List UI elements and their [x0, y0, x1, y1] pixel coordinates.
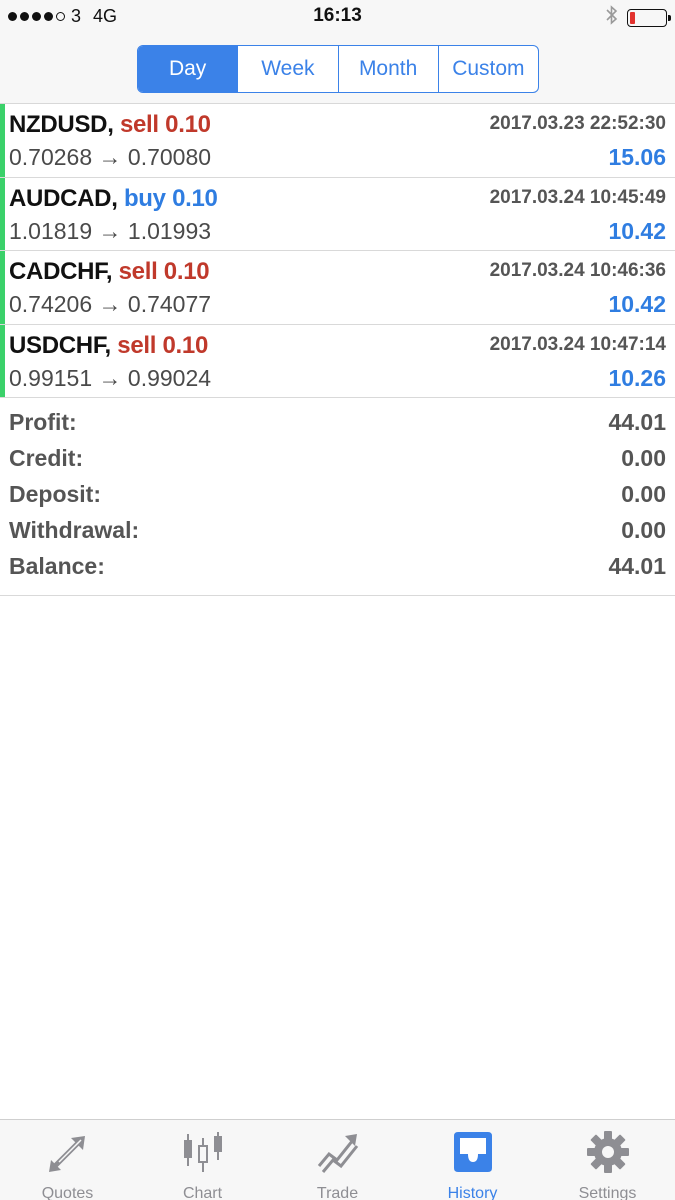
summary-value: 44.01 — [608, 409, 666, 435]
deal-prices: 0.99151 → 0.99024 — [9, 364, 212, 391]
deal-row[interactable]: NZDUSD, sell 0.10 2017.03.23 22:52:30 0.… — [0, 104, 675, 178]
tab-history[interactable]: History — [405, 1120, 540, 1200]
deal-symbol: USDCHF, sell 0.10 — [9, 331, 208, 359]
summary-label: Balance: — [9, 553, 105, 579]
deal-row[interactable]: AUDCAD, buy 0.10 2017.03.24 10:45:49 1.0… — [0, 177, 675, 251]
segment-day[interactable]: Day — [138, 46, 238, 92]
summary-row-credit: Credit: 0.00 — [0, 441, 675, 477]
battery-icon — [627, 8, 671, 27]
deal-symbol: CADCHF, sell 0.10 — [9, 258, 210, 285]
period-segmented-control: Day Week Month Custom — [137, 45, 539, 93]
deal-profit: 15.06 — [608, 144, 666, 170]
summary-row-deposit: Deposit: 0.00 — [0, 477, 675, 513]
deal-indicator-bar — [0, 324, 5, 397]
summary-value: 0.00 — [621, 445, 666, 471]
deal-side: sell 0.10 — [118, 258, 210, 285]
summary-label: Withdrawal: — [9, 517, 140, 543]
quotes-icon — [45, 1130, 91, 1179]
tab-label: History — [447, 1185, 498, 1200]
deal-time: 2017.03.24 10:47:14 — [489, 333, 666, 355]
status-time: 16:13 — [313, 5, 362, 26]
history-icon — [450, 1130, 496, 1179]
tab-label: Chart — [182, 1185, 223, 1200]
tab-trade[interactable]: Trade — [270, 1120, 405, 1200]
status-bar: 3 4G 16:13 — [0, 0, 675, 34]
summary-label: Deposit: — [9, 481, 101, 507]
deal-side: sell 0.10 — [119, 111, 211, 138]
tab-bar: Quotes Chart Trade History Settings — [0, 1119, 675, 1200]
deal-prices: 0.74206 → 0.74077 — [9, 291, 212, 317]
segment-week[interactable]: Week — [237, 46, 337, 92]
summary-row-profit: Profit: 44.01 — [0, 405, 675, 441]
deal-row[interactable]: USDCHF, sell 0.10 2017.03.24 10:47:14 0.… — [0, 324, 675, 398]
tab-label: Quotes — [41, 1185, 94, 1200]
deal-row[interactable]: CADCHF, sell 0.10 2017.03.24 10:46:36 0.… — [0, 251, 675, 325]
bluetooth-icon — [605, 5, 619, 30]
status-right — [605, 5, 671, 30]
deal-side: buy 0.10 — [123, 184, 218, 212]
deal-side: sell 0.10 — [117, 331, 208, 359]
summary-row-balance: Balance: 44.01 — [0, 549, 675, 585]
summary-section: Profit: 44.01 Credit: 0.00 Deposit: 0.00… — [0, 405, 675, 596]
deal-prices: 1.01819 → 1.01993 — [9, 217, 212, 244]
deal-prices: 0.70268 → 0.70080 — [9, 144, 212, 170]
settings-icon — [585, 1130, 631, 1179]
tab-quotes[interactable]: Quotes — [0, 1120, 135, 1200]
deal-indicator-bar — [0, 251, 5, 324]
deal-indicator-bar — [0, 104, 5, 177]
segment-month[interactable]: Month — [337, 46, 438, 92]
nav-bar: Day Week Month Custom — [0, 34, 675, 104]
tab-label: Settings — [578, 1185, 637, 1200]
tab-label: Trade — [316, 1185, 359, 1200]
deal-profit: 10.42 — [608, 291, 666, 317]
summary-label: Profit: — [9, 409, 77, 435]
tab-settings[interactable]: Settings — [540, 1120, 675, 1200]
deal-symbol: AUDCAD, buy 0.10 — [9, 184, 218, 212]
deal-time: 2017.03.24 10:45:49 — [489, 186, 666, 208]
chart-icon — [180, 1130, 226, 1179]
summary-label: Credit: — [9, 445, 84, 471]
deal-indicator-bar — [0, 177, 5, 250]
summary-value: 44.01 — [608, 553, 666, 579]
summary-row-withdrawal: Withdrawal: 0.00 — [0, 513, 675, 549]
segment-custom[interactable]: Custom — [437, 46, 538, 92]
trade-icon — [315, 1130, 361, 1179]
summary-value: 0.00 — [621, 481, 666, 507]
tab-chart[interactable]: Chart — [135, 1120, 270, 1200]
summary-value: 0.00 — [621, 517, 666, 543]
deals-list: NZDUSD, sell 0.10 2017.03.23 22:52:30 0.… — [0, 104, 675, 398]
battery-level — [630, 11, 636, 24]
deal-time: 2017.03.24 10:46:36 — [489, 260, 666, 281]
deal-profit: 10.26 — [608, 364, 666, 391]
deal-time: 2017.03.23 22:52:30 — [489, 113, 666, 134]
deal-symbol: NZDUSD, sell 0.10 — [9, 111, 211, 138]
deal-profit: 10.42 — [608, 217, 666, 244]
